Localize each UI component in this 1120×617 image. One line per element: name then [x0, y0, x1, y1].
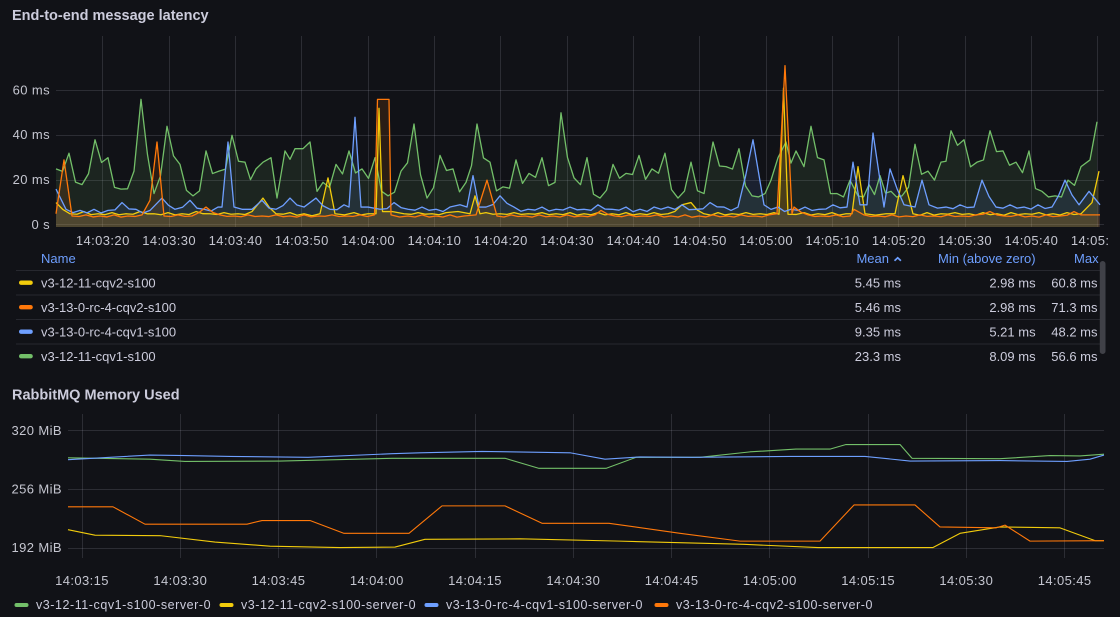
svg-text:20 ms: 20 ms — [13, 172, 51, 187]
svg-text:14:05:15: 14:05:15 — [841, 573, 895, 588]
svg-text:Max: Max — [1074, 251, 1099, 266]
svg-text:14:04:15: 14:04:15 — [448, 573, 502, 588]
svg-text:71.3 ms: 71.3 ms — [1051, 300, 1098, 315]
svg-text:v3-12-11-cqv1-s100: v3-12-11-cqv1-s100 — [41, 349, 156, 364]
svg-text:Name: Name — [41, 251, 76, 266]
svg-text:v3-13-0-rc-4-cqv1-s100-server-: v3-13-0-rc-4-cqv1-s100-server-0 — [446, 598, 643, 612]
svg-text:Mean: Mean — [856, 251, 889, 266]
svg-text:14:04:30: 14:04:30 — [540, 233, 594, 248]
svg-text:60 ms: 60 ms — [13, 82, 51, 97]
svg-text:14:05:00: 14:05:00 — [743, 573, 797, 588]
svg-text:14:04:00: 14:04:00 — [350, 573, 404, 588]
svg-text:14:03:15: 14:03:15 — [55, 573, 109, 588]
svg-text:48.2 ms: 48.2 ms — [1051, 324, 1098, 339]
svg-text:v3-13-0-rc-4-cqv2-s100: v3-13-0-rc-4-cqv2-s100 — [41, 300, 176, 315]
svg-text:14:04:10: 14:04:10 — [407, 233, 461, 248]
svg-text:14:05:45: 14:05:45 — [1038, 573, 1092, 588]
svg-text:Min (above zero): Min (above zero) — [938, 251, 1036, 266]
svg-text:14:03:40: 14:03:40 — [209, 233, 263, 248]
svg-text:40 ms: 40 ms — [13, 127, 51, 142]
svg-text:14:03:50: 14:03:50 — [275, 233, 329, 248]
svg-text:14:03:30: 14:03:30 — [142, 233, 196, 248]
svg-text:v3-12-11-cqv2-s100: v3-12-11-cqv2-s100 — [41, 275, 156, 290]
svg-text:2.98 ms: 2.98 ms — [989, 275, 1036, 290]
svg-text:14:05:00: 14:05:00 — [739, 233, 793, 248]
svg-text:End-to-end message latency: End-to-end message latency — [12, 8, 209, 24]
svg-text:v3-12-11-cqv1-s100-server-0: v3-12-11-cqv1-s100-server-0 — [36, 598, 211, 612]
svg-text:v3-13-0-rc-4-cqv2-s100-server-: v3-13-0-rc-4-cqv2-s100-server-0 — [676, 598, 873, 612]
svg-text:320 MiB: 320 MiB — [12, 423, 63, 438]
svg-text:14:04:30: 14:04:30 — [546, 573, 600, 588]
svg-text:5.46 ms: 5.46 ms — [855, 300, 902, 315]
svg-text:14:03:20: 14:03:20 — [76, 233, 130, 248]
svg-text:0 s: 0 s — [31, 217, 50, 232]
svg-text:256 MiB: 256 MiB — [12, 481, 63, 496]
svg-text:14:04:40: 14:04:40 — [606, 233, 660, 248]
svg-text:RabbitMQ Memory Used: RabbitMQ Memory Used — [12, 388, 180, 404]
svg-text:14:05:30: 14:05:30 — [939, 573, 993, 588]
svg-text:14:03:30: 14:03:30 — [153, 573, 207, 588]
svg-text:v3-12-11-cqv2-s100-server-0: v3-12-11-cqv2-s100-server-0 — [241, 598, 416, 612]
svg-text:14:04:50: 14:04:50 — [673, 233, 727, 248]
svg-text:56.6 ms: 56.6 ms — [1051, 349, 1098, 364]
svg-text:5.45 ms: 5.45 ms — [855, 275, 902, 290]
svg-text:5.21 ms: 5.21 ms — [989, 324, 1036, 339]
svg-text:60.8 ms: 60.8 ms — [1051, 275, 1098, 290]
svg-text:14:04:00: 14:04:00 — [341, 233, 395, 248]
svg-text:2.98 ms: 2.98 ms — [989, 300, 1036, 315]
svg-text:23.3 ms: 23.3 ms — [855, 349, 902, 364]
svg-text:14:05:30: 14:05:30 — [938, 233, 992, 248]
svg-text:14:03:45: 14:03:45 — [252, 573, 306, 588]
svg-text:14:04:20: 14:04:20 — [474, 233, 528, 248]
svg-text:14:05:10: 14:05:10 — [805, 233, 859, 248]
svg-text:192 MiB: 192 MiB — [12, 540, 63, 555]
svg-text:v3-13-0-rc-4-cqv1-s100: v3-13-0-rc-4-cqv1-s100 — [41, 324, 176, 339]
svg-text:14:05:20: 14:05:20 — [872, 233, 926, 248]
svg-text:9.35 ms: 9.35 ms — [855, 324, 902, 339]
svg-text:14:04:45: 14:04:45 — [645, 573, 699, 588]
svg-text:8.09 ms: 8.09 ms — [989, 349, 1036, 364]
svg-text:14:05:40: 14:05:40 — [1004, 233, 1058, 248]
